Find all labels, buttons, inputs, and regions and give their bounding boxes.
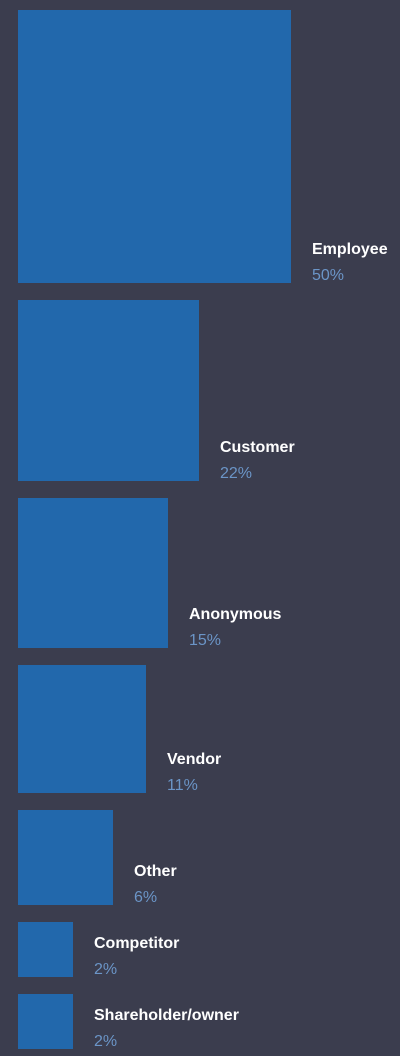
category-label: Employee xyxy=(312,241,388,258)
percent-label: 22% xyxy=(220,465,253,482)
square-mark xyxy=(18,10,291,283)
square-mark xyxy=(18,300,199,481)
percent-label: 50% xyxy=(312,267,345,284)
category-label: Anonymous xyxy=(189,606,282,623)
category-label: Competitor xyxy=(94,935,180,952)
square-mark xyxy=(18,810,113,905)
category-label: Customer xyxy=(220,439,295,456)
square-mark xyxy=(18,665,146,793)
category-label: Shareholder/owner xyxy=(94,1007,239,1024)
percent-label: 11% xyxy=(167,777,198,794)
square-mark xyxy=(18,498,168,648)
percent-label: 15% xyxy=(189,632,222,649)
category-label: Other xyxy=(134,863,177,880)
category-label: Vendor xyxy=(167,751,222,768)
percent-label: 6% xyxy=(134,889,158,906)
square-mark xyxy=(18,922,73,977)
proportional-squares-chart: Employee 50% Customer 22% Anonymous 15% Vendor… xyxy=(0,0,400,1056)
percent-label: 2% xyxy=(94,961,118,978)
square-mark xyxy=(18,994,73,1049)
percent-label: 2% xyxy=(94,1033,118,1050)
